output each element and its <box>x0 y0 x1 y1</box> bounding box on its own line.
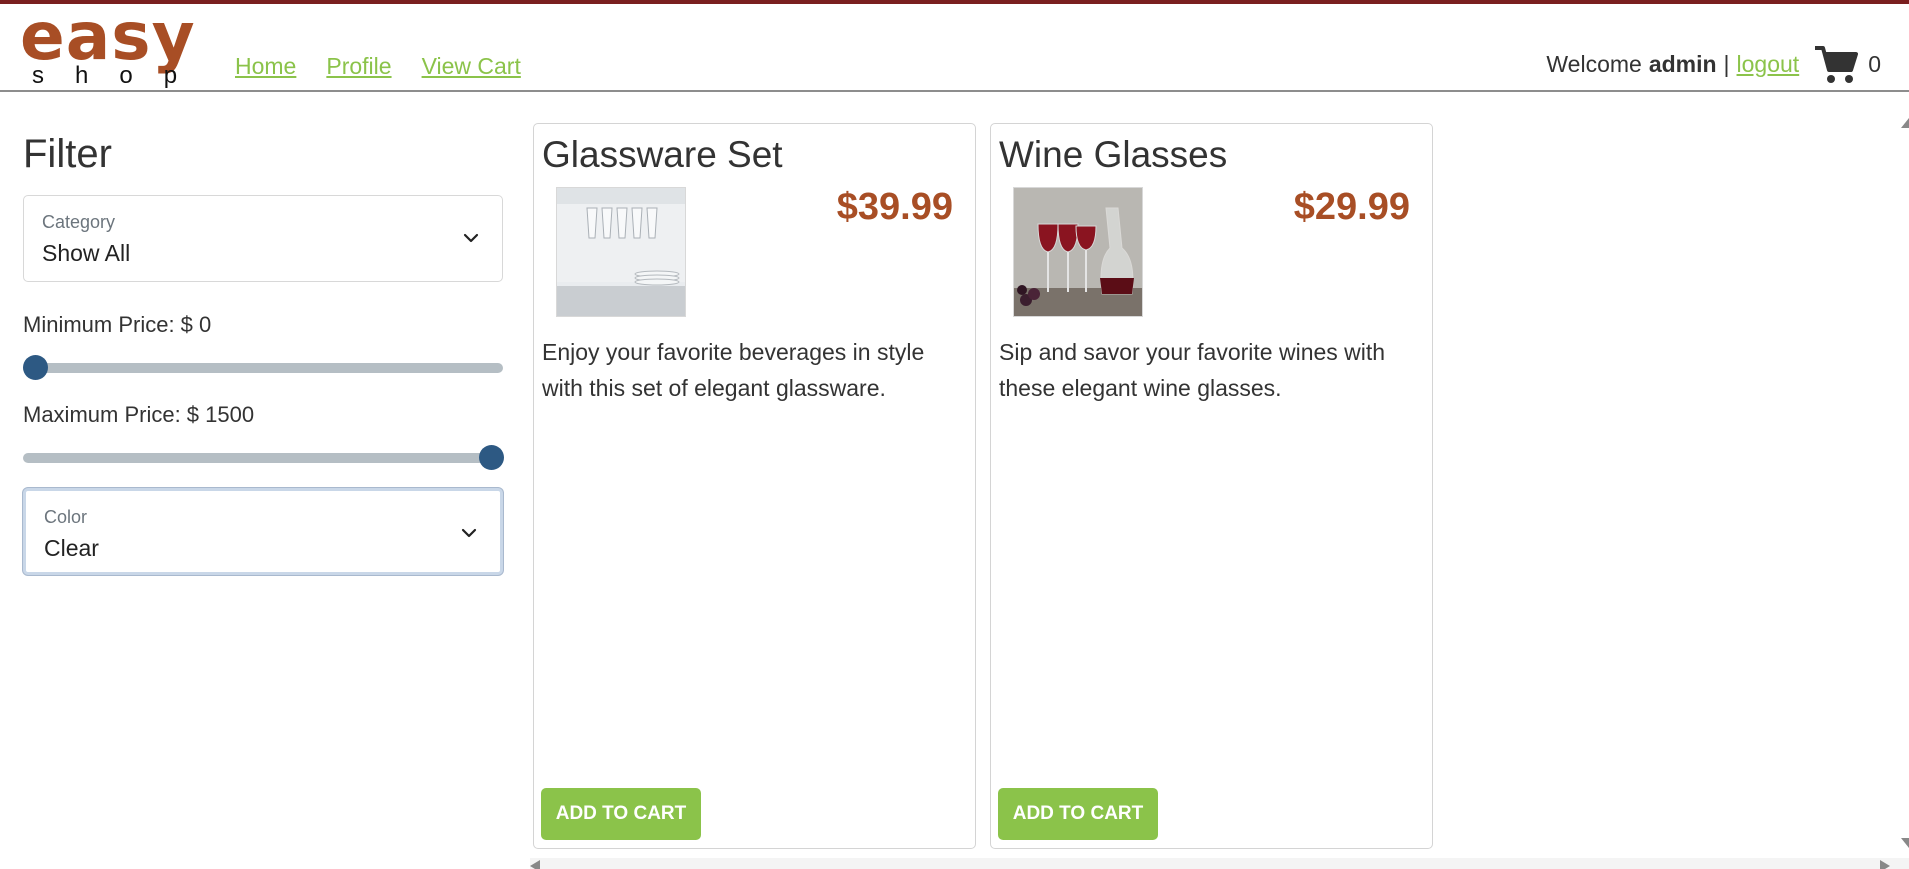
product-title: Glassware Set <box>542 134 783 175</box>
product-title: Wine Glasses <box>999 134 1228 175</box>
scroll-right-arrow-icon[interactable] <box>1880 860 1890 869</box>
chevron-down-icon <box>461 528 477 538</box>
max-price-track <box>23 453 503 463</box>
site-header: easy shop Home Profile View Cart Welcome… <box>0 0 1909 92</box>
category-label: Category <box>42 212 116 232</box>
max-price-thumb[interactable] <box>479 445 504 470</box>
min-price-label: Minimum Price: $ 0 <box>23 312 212 337</box>
product-price: $29.99 <box>1293 186 1410 228</box>
wine-glasses-image[interactable] <box>1013 187 1143 317</box>
chevron-down-icon <box>463 233 479 243</box>
filter-title: Filter <box>23 132 112 176</box>
horizontal-scrollbar[interactable] <box>530 858 1909 869</box>
product-description: Enjoy your favorite beverages in style w… <box>542 339 925 401</box>
category-select[interactable]: Category Show All <box>23 195 503 282</box>
nav-profile-link[interactable]: Profile <box>326 53 391 80</box>
nav-view-cart-link[interactable]: View Cart <box>422 53 521 80</box>
add-to-cart-button[interactable]: ADD TO CART <box>541 788 701 840</box>
add-to-cart-button[interactable]: ADD TO CART <box>998 788 1158 840</box>
glassware-image[interactable] <box>556 187 686 317</box>
welcome-text: Welcome <box>1546 50 1642 77</box>
nav-home-link[interactable]: Home <box>235 53 296 80</box>
color-value: Clear <box>44 535 99 561</box>
scroll-down-arrow-icon[interactable] <box>1901 838 1909 848</box>
category-value: Show All <box>42 240 131 266</box>
scroll-left-arrow-icon[interactable] <box>530 860 540 869</box>
shopping-cart-icon[interactable] <box>1814 44 1859 84</box>
product-card: Wine Glasses $29.99 Sip and savor your f… <box>990 123 1433 849</box>
username: admin <box>1648 50 1717 77</box>
color-select[interactable]: Color Clear <box>23 488 503 575</box>
main-nav: Home Profile View Cart <box>235 53 521 80</box>
product-price: $39.99 <box>836 186 953 228</box>
max-price-slider[interactable] <box>23 444 504 470</box>
product-description: Sip and savor your favorite wines with t… <box>999 339 1386 401</box>
min-price-thumb[interactable] <box>23 355 48 380</box>
product-card: Glassware Set $39.99 Enjoy your favorite… <box>533 123 976 849</box>
scroll-up-arrow-icon[interactable] <box>1901 118 1909 128</box>
user-separator: | <box>1723 50 1730 77</box>
logo-word-shop: shop <box>32 62 209 89</box>
cart-count: 0 <box>1868 50 1881 77</box>
filter-panel: Filter Category Show All Minimum Price: … <box>23 132 504 575</box>
color-label: Color <box>44 507 88 527</box>
min-price-track <box>23 363 503 373</box>
max-price-label: Maximum Price: $ 1500 <box>23 402 255 427</box>
easyshop-logo[interactable]: easy shop <box>20 0 210 89</box>
min-price-slider[interactable] <box>23 354 503 380</box>
logout-link[interactable]: logout <box>1737 51 1800 78</box>
user-area: Welcome admin | logout 0 <box>1546 44 1881 84</box>
